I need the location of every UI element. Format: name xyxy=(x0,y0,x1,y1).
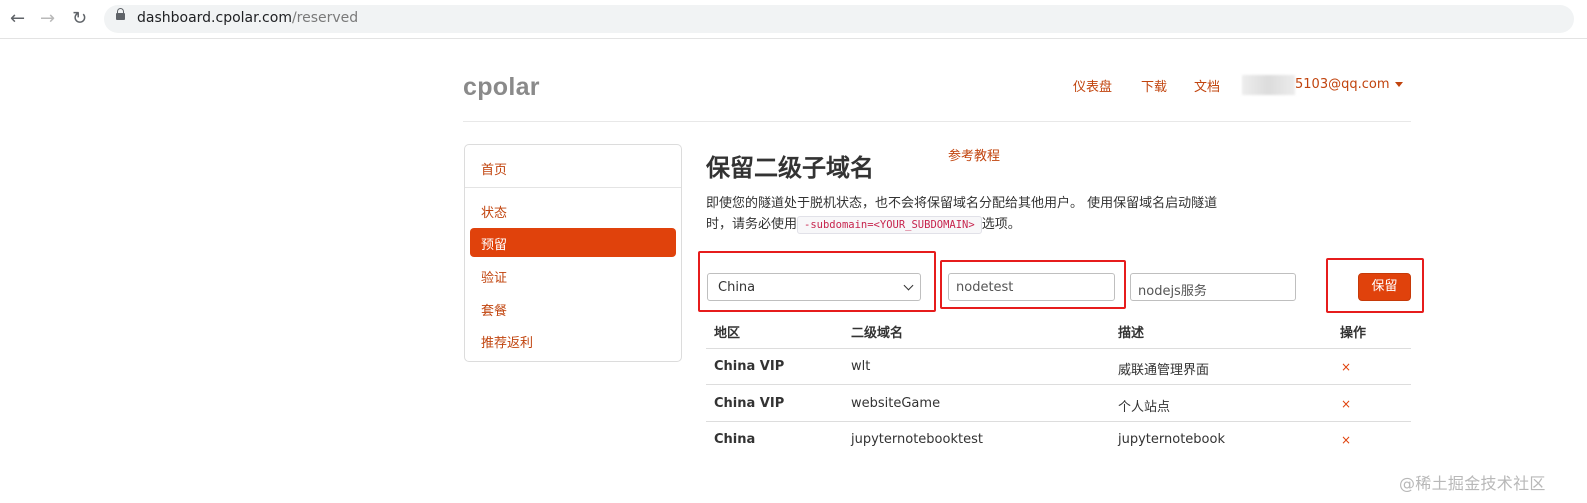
highlight-box-region xyxy=(698,251,936,312)
sidebar-item-referral[interactable]: 推荐返利 xyxy=(481,332,533,351)
sidebar-item-home[interactable]: 首页 xyxy=(481,159,507,178)
header-divider xyxy=(463,121,1411,122)
table-header-description: 描述 xyxy=(1118,326,1145,341)
description-text-2: 时，请务必使用 xyxy=(706,217,798,232)
account-email: 5103@qq.com xyxy=(1295,77,1390,92)
delete-icon[interactable]: × xyxy=(1341,433,1351,447)
table-header-action: 操作 xyxy=(1340,326,1367,341)
sidebar: 首页 状态 预留 验证 套餐 推荐返利 xyxy=(464,144,682,362)
watermark: @稀土掘金技术社区 xyxy=(1399,474,1546,493)
delete-icon[interactable]: × xyxy=(1341,397,1351,411)
sidebar-item-status[interactable]: 状态 xyxy=(481,202,507,221)
sidebar-divider xyxy=(465,187,681,188)
address-bar[interactable]: dashboard.cpolar.com/reserved xyxy=(104,5,1574,33)
row-region: China xyxy=(714,432,756,447)
description-text-1: 即使您的隧道处于脱机状态，也不会将保留域名分配给其他用户。 使用保留域名启动隧道 xyxy=(706,196,1218,211)
email-redaction xyxy=(1242,75,1295,95)
description-input[interactable]: nodejs服务 xyxy=(1130,273,1296,301)
row-subdomain: websiteGame xyxy=(851,396,941,411)
row-description: jupyternotebook xyxy=(1118,432,1225,447)
lock-icon xyxy=(116,8,125,20)
tutorial-link[interactable]: 参考教程 xyxy=(948,145,1000,164)
row-region: China VIP xyxy=(714,359,785,374)
sidebar-item-plans[interactable]: 套餐 xyxy=(481,300,507,319)
page-description: 即使您的隧道处于脱机状态，也不会将保留域名分配给其他用户。 使用保留域名启动隧道… xyxy=(706,193,1266,236)
description-input-value: nodejs服务 xyxy=(1138,284,1207,299)
sidebar-item-reserved[interactable]: 预留 xyxy=(470,228,676,257)
table-divider xyxy=(706,384,1411,385)
browser-toolbar: ← → ↻ dashboard.cpolar.com/reserved xyxy=(0,0,1587,39)
table-divider xyxy=(706,348,1411,349)
row-region: China VIP xyxy=(714,396,785,411)
address-url[interactable]: dashboard.cpolar.com/reserved xyxy=(137,10,358,26)
page-title: 保留二级子域名 xyxy=(706,154,874,182)
row-description: 个人站点 xyxy=(1118,400,1171,415)
row-subdomain: wlt xyxy=(851,359,871,374)
nav-docs-link[interactable]: 文档 xyxy=(1194,76,1220,95)
highlight-box-subdomain xyxy=(940,260,1126,309)
row-subdomain: jupyternotebooktest xyxy=(851,432,983,447)
description-text-3: 选项。 xyxy=(981,217,1021,232)
url-path: /reserved xyxy=(291,10,359,26)
reload-icon[interactable]: ↻ xyxy=(72,9,87,29)
table-header-subdomain: 二级域名 xyxy=(851,326,904,341)
sidebar-item-verify[interactable]: 验证 xyxy=(481,267,507,286)
nav-dashboard-link[interactable]: 仪表盘 xyxy=(1073,76,1112,95)
table-divider xyxy=(706,421,1411,422)
delete-icon[interactable]: × xyxy=(1341,360,1351,374)
highlight-box-button xyxy=(1326,258,1424,313)
sidebar-item-label: 预留 xyxy=(481,238,508,253)
subdomain-option-code: -subdomain=<YOUR_SUBDOMAIN> xyxy=(797,216,982,234)
brand-logo[interactable]: cpolar xyxy=(463,73,540,102)
table-header-region: 地区 xyxy=(714,326,741,341)
caret-down-icon xyxy=(1394,82,1403,87)
back-arrow-icon[interactable]: ← xyxy=(10,9,25,29)
nav-download-link[interactable]: 下载 xyxy=(1141,76,1167,95)
forward-arrow-icon[interactable]: → xyxy=(40,9,55,29)
url-host: dashboard.cpolar.com xyxy=(137,10,292,26)
row-description: 威联通管理界面 xyxy=(1118,363,1210,378)
account-menu[interactable]: 5103@qq.com xyxy=(1295,77,1403,92)
